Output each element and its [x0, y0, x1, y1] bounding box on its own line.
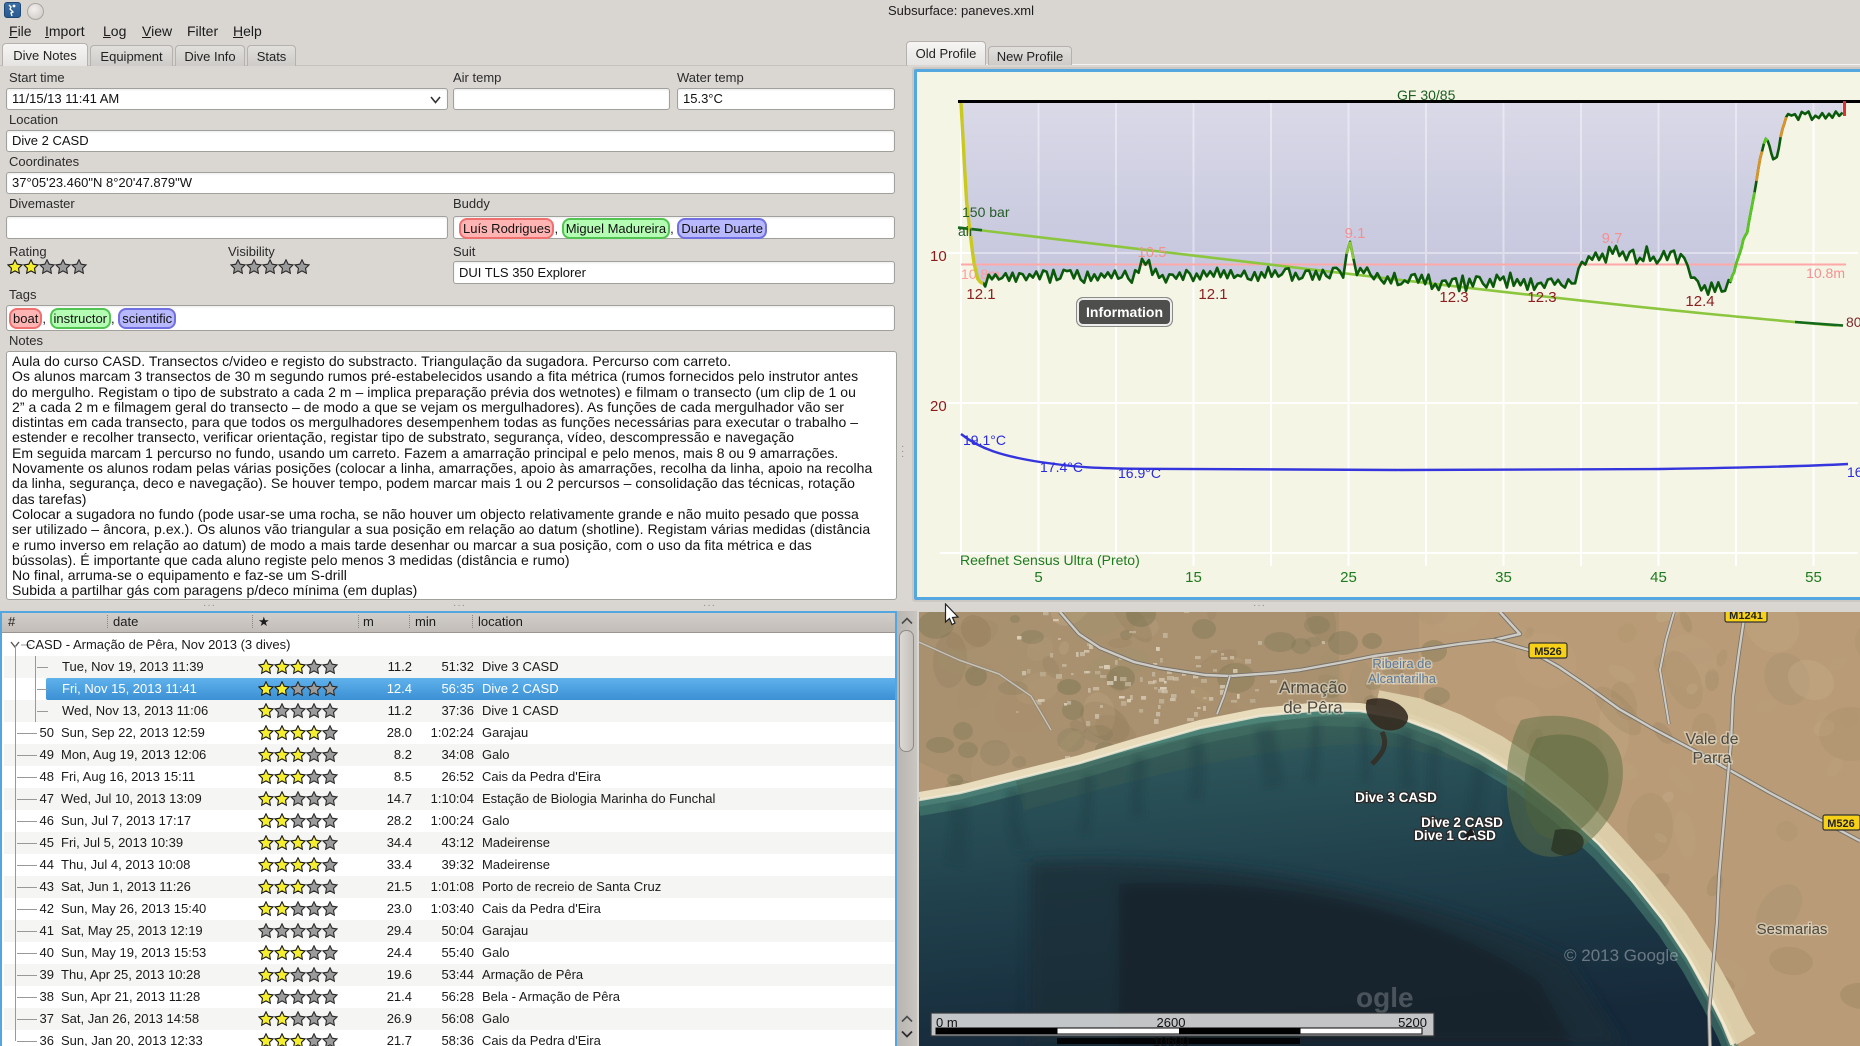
svg-text:20: 20: [930, 398, 947, 415]
svg-text:5: 5: [1034, 569, 1042, 586]
svg-text:80: 80: [1846, 314, 1860, 330]
svg-text:Reefnet Sensus Ultra (Preto): Reefnet Sensus Ultra (Preto): [960, 552, 1140, 568]
svg-text:Ribeira de: Ribeira de: [1372, 656, 1431, 671]
svg-text:de Pêra: de Pêra: [1283, 698, 1343, 717]
svg-text:16.9°C: 16.9°C: [1118, 465, 1161, 481]
svg-text:150 bar: 150 bar: [962, 204, 1010, 220]
svg-text:10.8m: 10.8m: [1806, 265, 1845, 281]
svg-text:Dive 3 CASD: Dive 3 CASD: [1355, 790, 1437, 805]
svg-text:Sesmarias: Sesmarias: [1757, 921, 1828, 938]
svg-text:15: 15: [1185, 569, 1202, 586]
svg-text:45: 45: [1650, 569, 1667, 586]
svg-text:Parra: Parra: [1692, 750, 1731, 767]
svg-text:Vale de: Vale de: [1685, 731, 1738, 748]
svg-text:M1241: M1241: [1729, 612, 1763, 622]
svg-text:25: 25: [1340, 569, 1357, 586]
svg-text:16.: 16.: [1847, 464, 1860, 480]
svg-text:© 2013 Google: © 2013 Google: [1564, 946, 1679, 965]
svg-text:55: 55: [1805, 569, 1822, 586]
svg-text:9.1: 9.1: [1345, 225, 1366, 242]
svg-text:air: air: [958, 223, 974, 239]
svg-text:12.1: 12.1: [1198, 286, 1227, 303]
svg-text:19.1°C: 19.1°C: [963, 432, 1006, 448]
svg-text:9.7: 9.7: [1602, 230, 1623, 247]
svg-text:17.4°C: 17.4°C: [1040, 459, 1083, 475]
svg-text:12.3: 12.3: [1527, 289, 1556, 306]
svg-text:M526: M526: [1534, 646, 1562, 658]
svg-text:12.1: 12.1: [966, 286, 995, 303]
svg-text:35: 35: [1495, 569, 1512, 586]
svg-text:M526: M526: [1827, 818, 1855, 830]
svg-text:Armação: Armação: [1279, 678, 1347, 697]
svg-text:12.3: 12.3: [1439, 289, 1468, 306]
svg-text:10600: 10600: [1153, 1034, 1189, 1046]
svg-text:ogle: ogle: [1356, 982, 1414, 1013]
svg-text:Dive 1 CASD: Dive 1 CASD: [1414, 828, 1496, 843]
svg-text:10.5: 10.5: [1137, 244, 1166, 261]
svg-text:Alcantarilha: Alcantarilha: [1368, 671, 1437, 686]
svg-text:12.4: 12.4: [1685, 293, 1714, 310]
svg-text:GF 30/85: GF 30/85: [1397, 87, 1456, 103]
svg-text:10: 10: [930, 248, 947, 265]
